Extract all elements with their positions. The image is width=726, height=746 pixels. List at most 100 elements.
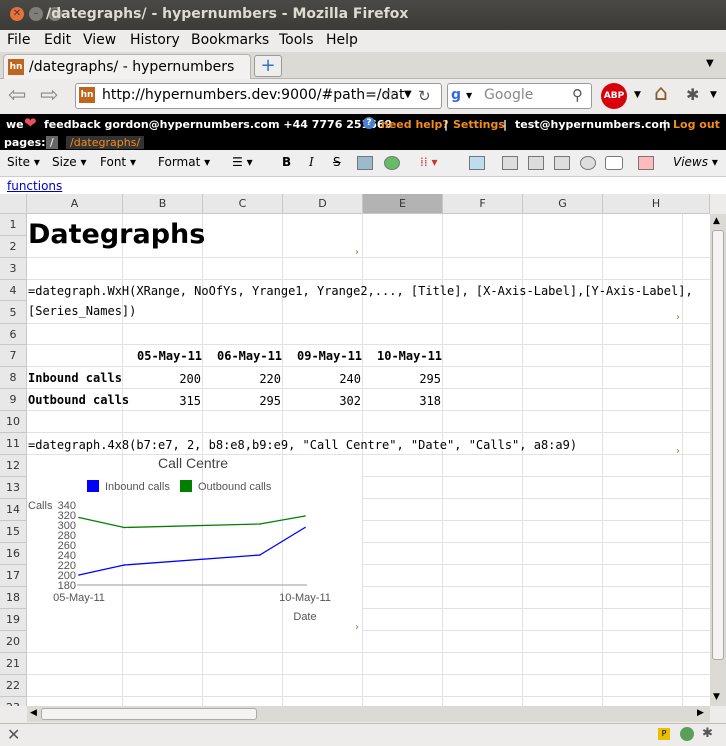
close-findbar-icon[interactable]: ✕	[7, 725, 20, 744]
formula-text-line1[interactable]: =dategraph.WxH(XRange, NoOfYs, Yrange1, …	[28, 284, 693, 298]
bold-icon[interactable]: B	[282, 155, 291, 169]
vertical-scroll-thumb[interactable]	[712, 230, 724, 660]
outbound-e9[interactable]: 318	[363, 394, 441, 408]
crumb-root[interactable]: /	[46, 136, 58, 149]
site-menu[interactable]: Site ▾	[7, 155, 40, 169]
formula-text-line2[interactable]: [Series_Names])	[28, 304, 136, 318]
col-header-a[interactable]: A	[27, 194, 123, 214]
col-header-g[interactable]: G	[523, 194, 603, 214]
horizontal-scrollbar[interactable]: ◀ ▶	[27, 706, 710, 722]
form-icon[interactable]	[638, 156, 654, 170]
insert-row-icon[interactable]	[502, 156, 518, 170]
search-engine-dropdown-icon[interactable]: ▼	[466, 91, 472, 100]
col-header-h[interactable]: H	[603, 194, 710, 214]
globe-icon[interactable]	[384, 156, 400, 170]
tab-dategraphs[interactable]: hn /dategraphs/ - hypernumbers	[3, 54, 251, 79]
spreadsheet-grid[interactable]: A B C D E F G H 1 2 3 4 5 6 7 8 9 10 11 …	[0, 194, 710, 706]
functions-link[interactable]: functions	[7, 179, 62, 193]
strikethrough-icon[interactable]: S	[333, 155, 341, 169]
formula-example[interactable]: =dategraph.4x8(b7:e7, 2, b8:e8,b9:e9, "C…	[28, 438, 577, 452]
outbound-label[interactable]: Outbound calls	[28, 393, 129, 407]
inbound-label[interactable]: Inbound calls	[28, 371, 122, 385]
date-header-b7[interactable]: 05-May-11	[137, 349, 202, 363]
col-header-b[interactable]: B	[123, 194, 203, 214]
url-bar[interactable]: hn http://hypernumbers.dev:9000/#path=/d…	[75, 83, 442, 109]
scroll-up-icon[interactable]: ▲	[713, 216, 720, 226]
menu-edit[interactable]: Edit	[44, 32, 71, 48]
extension-dropdown-icon[interactable]: ▼	[710, 90, 717, 100]
menu-history[interactable]: History	[130, 32, 180, 48]
menu-file[interactable]: File	[7, 32, 30, 48]
outbound-b9[interactable]: 315	[123, 394, 201, 408]
logout-link[interactable]: Log out	[673, 118, 720, 131]
new-tab-button[interactable]: +	[254, 55, 282, 77]
row-header[interactable]: 7	[0, 345, 27, 367]
row-header[interactable]: 4	[0, 280, 27, 301]
insert-col-icon[interactable]	[528, 156, 544, 170]
format-menu[interactable]: Format ▾	[158, 155, 210, 169]
line-chart[interactable]: Call Centre Inbound calls Outbound calls Ca…	[28, 455, 362, 629]
align-menu-icon[interactable]: ☰ ▾	[232, 155, 253, 169]
cell-expand-arrow[interactable]: ›	[676, 312, 680, 323]
date-header-e7[interactable]: 10-May-11	[377, 349, 442, 363]
inbound-e8[interactable]: 295	[363, 372, 441, 386]
row-header[interactable]: 10	[0, 411, 27, 433]
row-header[interactable]: 14	[0, 499, 27, 521]
col-header-c[interactable]: C	[203, 194, 283, 214]
row-header[interactable]: 12	[0, 455, 27, 477]
adblock-dropdown-icon[interactable]: ▼	[634, 90, 641, 100]
size-menu[interactable]: Size ▾	[52, 155, 86, 169]
views-menu[interactable]: Views ▾	[673, 155, 718, 169]
forward-icon[interactable]: ⇨	[40, 83, 58, 108]
inbound-d8[interactable]: 240	[283, 372, 361, 386]
settings-link[interactable]: Settings	[453, 118, 505, 131]
row-header[interactable]: 5	[0, 301, 27, 324]
row-header[interactable]: 16	[0, 543, 27, 565]
crumb-current[interactable]: /dategraphs/	[66, 136, 145, 149]
bug-icon[interactable]: ✱	[686, 85, 699, 104]
page-title[interactable]: Dategraphs	[28, 219, 205, 250]
link-icon[interactable]	[580, 156, 596, 170]
row-header[interactable]: 20	[0, 631, 27, 653]
vertical-scrollbar[interactable]: ▲ ▼	[710, 214, 726, 706]
date-header-c7[interactable]: 06-May-11	[217, 349, 282, 363]
google-icon[interactable]: g	[451, 87, 461, 103]
delete-row-icon[interactable]	[554, 156, 570, 170]
reload-icon[interactable]: ↻	[418, 87, 431, 105]
close-window-button[interactable]: ✕	[10, 7, 24, 21]
adblock-button[interactable]: ABP	[601, 83, 627, 109]
col-header-f[interactable]: F	[443, 194, 523, 214]
row-header[interactable]: 8	[0, 367, 27, 389]
image-icon[interactable]	[357, 156, 373, 170]
row-header[interactable]: 19	[0, 609, 27, 631]
font-menu[interactable]: Font ▾	[100, 155, 136, 169]
row-header[interactable]: 15	[0, 521, 27, 543]
url-text[interactable]: http://hypernumbers.dev:9000/#path=/dat	[102, 87, 404, 103]
outbound-c9[interactable]: 295	[203, 394, 281, 408]
italic-icon[interactable]: I	[309, 155, 314, 169]
row-header[interactable]: 3	[0, 258, 27, 280]
home-icon[interactable]: ⌂	[654, 81, 668, 106]
date-header-d7[interactable]: 09-May-11	[297, 349, 362, 363]
col-header-d[interactable]: D	[283, 194, 363, 214]
scroll-right-icon[interactable]: ▶	[697, 708, 704, 718]
inbound-c8[interactable]: 220	[203, 372, 281, 386]
frame-icon[interactable]	[469, 156, 485, 170]
cell-expand-arrow[interactable]: ›	[355, 247, 359, 258]
row-header[interactable]: 11	[0, 433, 27, 455]
status-extension-icon[interactable]: P	[658, 728, 670, 740]
bookmark-star-icon[interactable]: ☆	[382, 85, 396, 104]
status-bug-icon[interactable]: ✱	[702, 726, 713, 741]
row-header[interactable]: 18	[0, 587, 27, 609]
feedback-text[interactable]: feedback gordon@hypernumbers.com +44 777…	[44, 118, 392, 131]
row-header[interactable]: 2	[0, 236, 27, 258]
row-header[interactable]: 21	[0, 653, 27, 675]
row-header[interactable]: 1	[0, 214, 27, 236]
menu-tools[interactable]: Tools	[279, 32, 314, 48]
back-icon[interactable]: ⇦	[8, 83, 26, 108]
need-help-link[interactable]: need help?	[381, 118, 449, 131]
status-globe-icon[interactable]	[680, 727, 694, 741]
menu-bookmarks[interactable]: Bookmarks	[191, 32, 269, 48]
cell-expand-arrow[interactable]: ›	[676, 446, 680, 457]
url-dropdown-icon[interactable]: ▼	[404, 89, 412, 100]
